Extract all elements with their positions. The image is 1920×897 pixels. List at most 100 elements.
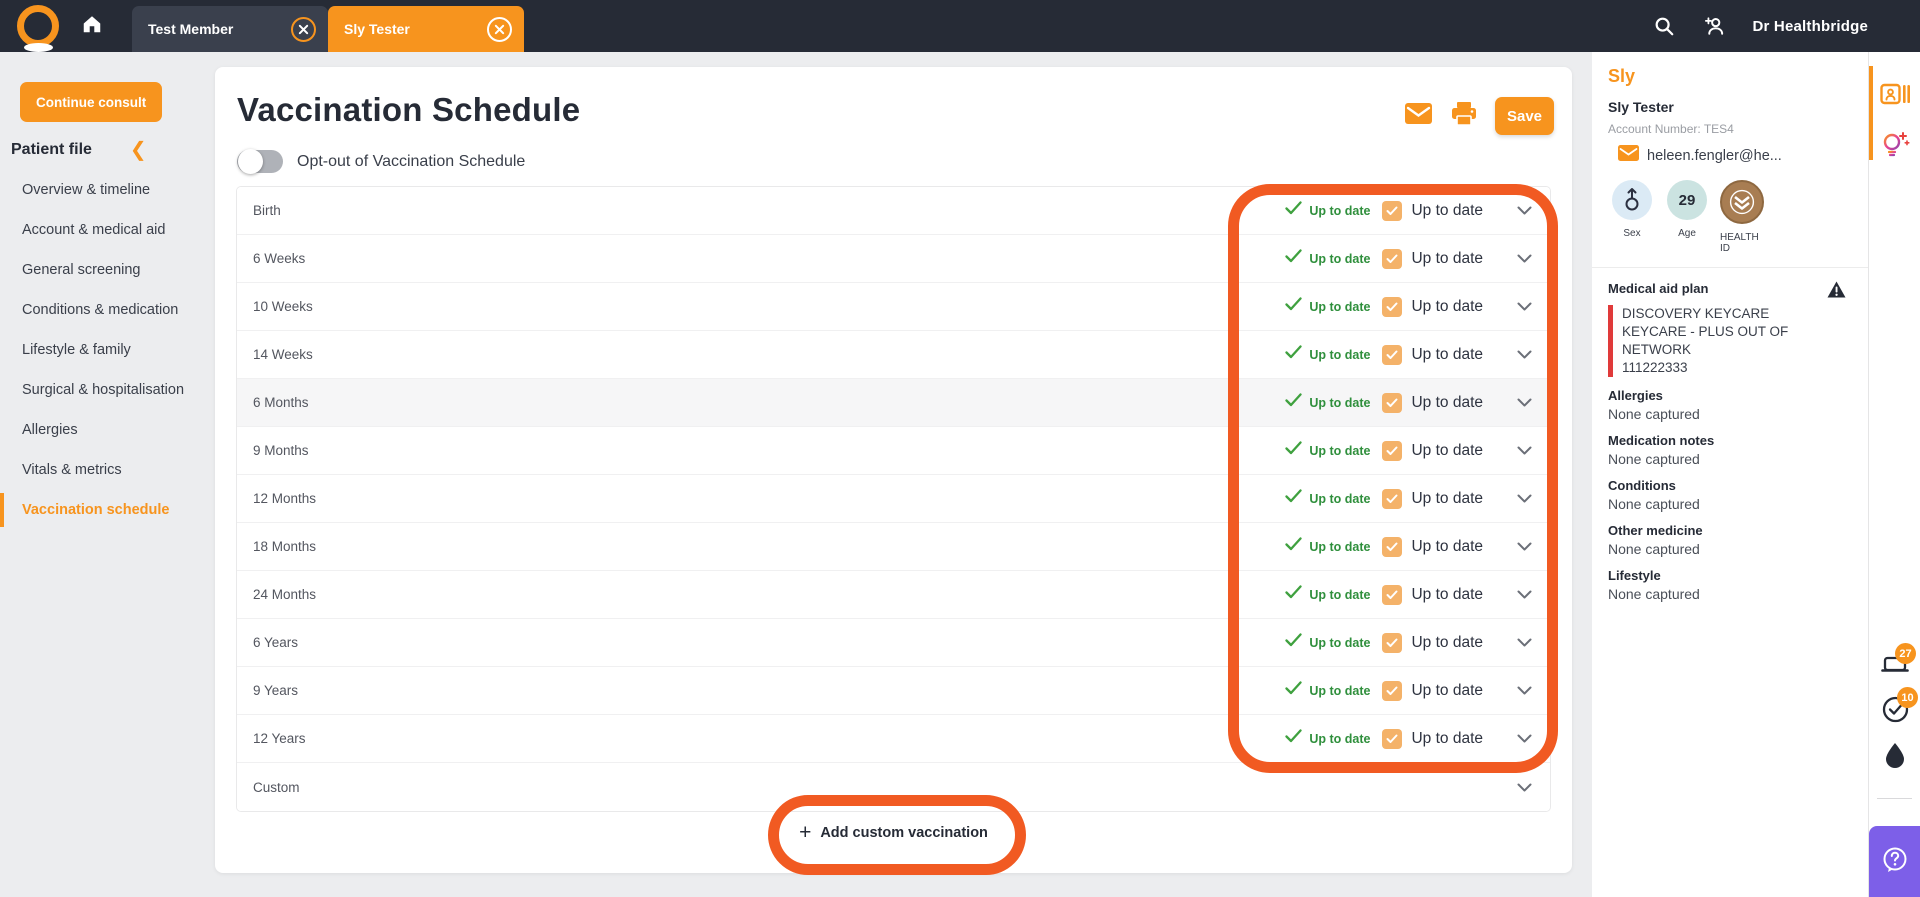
- search-icon[interactable]: [1652, 14, 1676, 38]
- medical-aid-plan-line: KEYCARE - PLUS OUT OF: [1622, 324, 1789, 339]
- chevron-down-icon[interactable]: [1517, 542, 1532, 551]
- sidebar-item[interactable]: Surgical & hospitalisation: [0, 370, 215, 410]
- suggestions-tool-button[interactable]: [1869, 130, 1920, 165]
- status-text: Up to date: [1309, 443, 1371, 458]
- chevron-down-icon[interactable]: [1517, 350, 1532, 359]
- chevron-down-icon[interactable]: [1517, 254, 1532, 263]
- home-icon: [81, 13, 103, 40]
- vaccination-row[interactable]: 12 Months Up to date Up to date: [237, 475, 1550, 523]
- age-badge: 29 Age: [1665, 180, 1709, 254]
- vaccination-row[interactable]: 9 Months Up to date Up to date: [237, 427, 1550, 475]
- chevron-down-icon[interactable]: [1517, 734, 1532, 743]
- section-value: None captured: [1608, 406, 1700, 422]
- help-button[interactable]: [1869, 826, 1920, 897]
- uptodate-checkbox-label: Up to date: [1411, 393, 1483, 411]
- custom-vaccination-row[interactable]: Custom: [237, 763, 1550, 811]
- chevron-down-icon[interactable]: [1517, 446, 1532, 455]
- custom-row-label: Custom: [253, 779, 300, 795]
- section-heading: Medication notes: [1608, 433, 1715, 448]
- vaccination-row[interactable]: Birth Up to date Up to date: [237, 187, 1550, 235]
- patient-tab[interactable]: Test Member: [132, 6, 328, 52]
- vaccination-row[interactable]: 18 Months Up to date Up to date: [237, 523, 1550, 571]
- vaccination-row[interactable]: 12 Years Up to date Up to date: [237, 715, 1550, 763]
- chevron-down-icon[interactable]: [1517, 686, 1532, 695]
- sex-badge: Sex: [1610, 180, 1654, 254]
- page-title: Vaccination Schedule: [237, 91, 581, 128]
- section-heading: Other medicine: [1608, 523, 1703, 538]
- chevron-down-icon[interactable]: [1517, 206, 1532, 215]
- collapse-sidebar-icon[interactable]: ❮: [130, 140, 147, 160]
- sidebar-item-label: Allergies: [22, 422, 78, 438]
- vaccination-row[interactable]: 6 Years Up to date Up to date: [237, 619, 1550, 667]
- warning-icon[interactable]: [1827, 281, 1846, 303]
- uptodate-checkbox[interactable]: [1382, 392, 1403, 413]
- chevron-down-icon[interactable]: [1517, 494, 1532, 503]
- tab-close-icon[interactable]: [487, 16, 512, 42]
- add-custom-vaccination-label: Add custom vaccination: [820, 824, 988, 841]
- toggle-knob: [238, 149, 263, 174]
- patient-file-nav: Overview & timeline Account & medical ai…: [0, 170, 215, 530]
- app-logo[interactable]: [0, 0, 70, 52]
- uptodate-checkbox[interactable]: [1382, 536, 1403, 557]
- uptodate-checkbox[interactable]: [1382, 680, 1403, 701]
- vaccination-row-label: 12 Months: [253, 491, 317, 506]
- chevron-down-icon[interactable]: [1517, 590, 1532, 599]
- patient-email-row[interactable]: heleen.fengler@he...: [1608, 145, 1852, 166]
- uptodate-checkbox-label: Up to date: [1411, 297, 1483, 315]
- chevron-down-icon[interactable]: [1517, 302, 1532, 311]
- sidebar-item[interactable]: Account & medical aid: [0, 210, 215, 250]
- sidebar-item[interactable]: Overview & timeline: [0, 170, 215, 210]
- vaccination-row[interactable]: 24 Months Up to date Up to date: [237, 571, 1550, 619]
- home-button[interactable]: [70, 0, 114, 52]
- add-person-icon[interactable]: [1702, 14, 1726, 38]
- chevron-down-icon[interactable]: [1517, 783, 1532, 792]
- patient-short-name: Sly: [1608, 66, 1636, 86]
- uptodate-checkbox-label: Up to date: [1411, 729, 1483, 747]
- patient-section: Allergies None captured: [1608, 388, 1852, 422]
- uptodate-checkbox[interactable]: [1382, 584, 1403, 605]
- uptodate-checkbox[interactable]: [1382, 632, 1403, 653]
- sidebar-item-label: General screening: [22, 262, 141, 278]
- vaccination-row[interactable]: 9 Years Up to date Up to date: [237, 667, 1550, 715]
- vaccination-row[interactable]: 6 Months Up to date Up to date: [237, 379, 1550, 427]
- sidebar-item[interactable]: Lifestyle & family: [0, 330, 215, 370]
- uptodate-checkbox[interactable]: [1382, 488, 1403, 509]
- logo-dash-icon: [24, 43, 53, 52]
- uptodate-checkbox[interactable]: [1382, 200, 1403, 221]
- continue-consult-button[interactable]: Continue consult: [20, 82, 163, 122]
- tab-close-icon[interactable]: [291, 16, 316, 42]
- email-button[interactable]: [1403, 101, 1433, 131]
- uptodate-checkbox[interactable]: [1382, 728, 1403, 749]
- uptodate-checkbox-label: Up to date: [1411, 345, 1483, 363]
- vaccination-row-label: 10 Weeks: [253, 299, 313, 314]
- patient-tab[interactable]: Sly Tester: [328, 6, 524, 52]
- print-icon: [1451, 101, 1477, 131]
- sidebar-item-label: Conditions & medication: [22, 302, 179, 318]
- plus-icon: +: [799, 821, 812, 844]
- sidebar-item[interactable]: Conditions & medication: [0, 290, 215, 330]
- add-custom-vaccination-button[interactable]: + Add custom vaccination: [799, 822, 988, 843]
- chevron-down-icon[interactable]: [1517, 638, 1532, 647]
- sex-badge-label: Sex: [1623, 228, 1641, 239]
- status-check-icon: [1285, 345, 1303, 364]
- uptodate-checkbox[interactable]: [1382, 440, 1403, 461]
- uptodate-checkbox[interactable]: [1382, 344, 1403, 365]
- pathology-tool-button[interactable]: [1869, 742, 1920, 773]
- print-button[interactable]: [1449, 101, 1479, 131]
- uptodate-checkbox[interactable]: [1382, 248, 1403, 269]
- tray-count-badge: 27: [1895, 643, 1916, 664]
- sidebar-item[interactable]: Vitals & metrics: [0, 450, 215, 490]
- current-user-name[interactable]: Dr Healthbridge: [1752, 18, 1868, 35]
- vaccination-row[interactable]: 6 Weeks Up to date Up to date: [237, 235, 1550, 283]
- sidebar-item[interactable]: Vaccination schedule: [0, 490, 215, 530]
- sidebar-item[interactable]: General screening: [0, 250, 215, 290]
- patient-card-tool-button[interactable]: [1869, 82, 1920, 111]
- save-button[interactable]: Save: [1495, 97, 1554, 135]
- uptodate-checkbox-label: Up to date: [1411, 201, 1483, 219]
- optout-toggle[interactable]: [237, 149, 283, 174]
- uptodate-checkbox[interactable]: [1382, 296, 1403, 317]
- vaccination-row[interactable]: 14 Weeks Up to date Up to date: [237, 331, 1550, 379]
- chevron-down-icon[interactable]: [1517, 398, 1532, 407]
- sidebar-item[interactable]: Allergies: [0, 410, 215, 450]
- vaccination-row[interactable]: 10 Weeks Up to date Up to date: [237, 283, 1550, 331]
